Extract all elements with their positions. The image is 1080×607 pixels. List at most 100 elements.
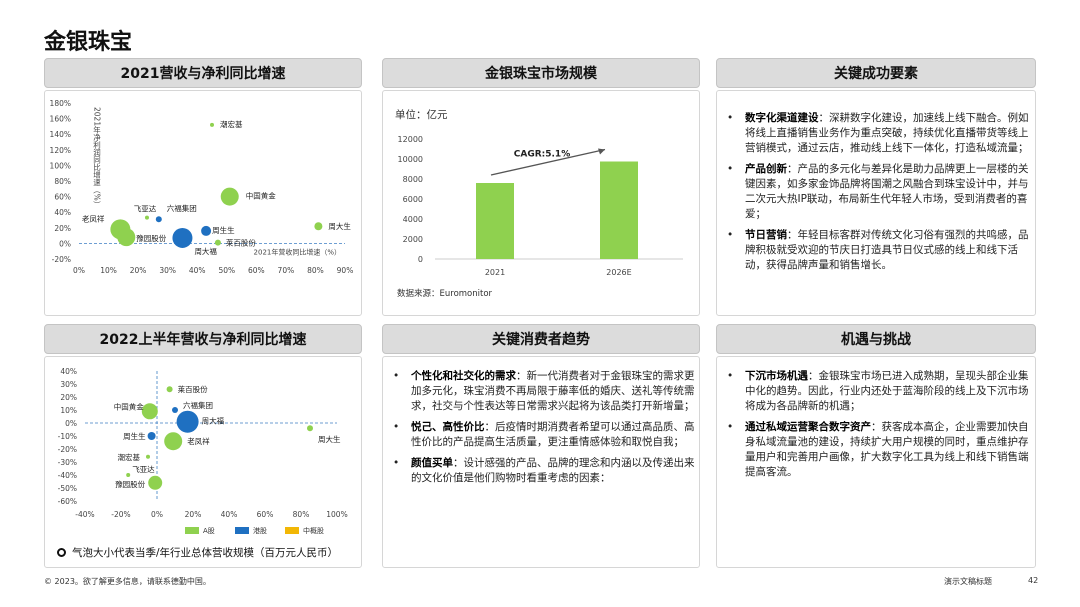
bullet-body: ：年轻目标客群对传统文化习俗有强烈的共鸣感，品牌积极就受欢迎的节庆日打造具节日仪… bbox=[745, 229, 1029, 271]
key-success-list: • 数字化渠道建设：深耕数字化建设，加速线上线下融合。例如将线上直播销售业务作为重… bbox=[723, 111, 1031, 279]
y-tick-label: 30% bbox=[60, 380, 77, 389]
bullet-item: • 个性化和社交化的需求：新一代消费者对于金银珠宝的需求更加多元化，珠宝消费不再局… bbox=[389, 369, 695, 414]
point-label: 六福集团 bbox=[183, 400, 213, 410]
bubble-size-note: 气泡大小代表当季/年行业总体营收规模（百万元人民币） bbox=[57, 545, 338, 560]
bullet-dot: • bbox=[727, 421, 734, 433]
bullet-heading: 颜值买单 bbox=[411, 457, 453, 469]
x-tick-label: 80% bbox=[307, 266, 324, 275]
point-label: 潮宏基 bbox=[220, 119, 243, 129]
bubble-ring-icon bbox=[57, 548, 66, 557]
bullet-item: • 数字化渠道建设：深耕数字化建设，加速线上线下融合。例如将线上直播销售业务作为重… bbox=[723, 111, 1031, 156]
y-tick-label: 120% bbox=[50, 146, 71, 155]
x-tick-label: 50% bbox=[218, 266, 235, 275]
y-tick-label: 0 bbox=[418, 255, 423, 264]
x-axis-label: 2021年营收同比增速（%） bbox=[254, 247, 341, 256]
y-tick-label: 100% bbox=[50, 161, 71, 170]
x-tick-label: -20% bbox=[111, 510, 130, 519]
bubble-note-text: 气泡大小代表当季/年行业总体营收规模（百万元人民币） bbox=[72, 547, 339, 559]
y-tick-label: 12000 bbox=[398, 135, 423, 144]
bullet-heading: 下沉市场机遇 bbox=[745, 370, 808, 382]
x-tick-label: 10% bbox=[100, 266, 117, 275]
y-tick-label: 60% bbox=[54, 193, 71, 202]
bullet-body: ：产品的多元化与差异化是助力品牌更上一层楼的关键因素，如多家金饰品牌将国潮之风融… bbox=[745, 163, 1029, 220]
bullet-dot: • bbox=[393, 457, 400, 469]
bullet-text: 通过私域运营聚合数字资产：获客成本高企，企业需要加快自身私域流量池的建设，持续扩… bbox=[745, 420, 1031, 480]
x-tick-label: 80% bbox=[293, 510, 310, 519]
legend-label: 中概股 bbox=[303, 526, 324, 535]
panel-consumer-trends: • 个性化和社交化的需求：新一代消费者对于金银珠宝的需求更加多元化，珠宝消费不再局… bbox=[382, 356, 700, 568]
panel-opportunities: • 下沉市场机遇：金银珠宝市场已进入成熟期，呈现头部企业集中化的趋势。因此，行业内… bbox=[716, 356, 1036, 568]
page-title: 金银珠宝 bbox=[44, 30, 133, 55]
x-tick-label: 70% bbox=[278, 266, 295, 275]
footer-page-number: 42 bbox=[1028, 576, 1039, 585]
panel-key-success: • 数字化渠道建设：深耕数字化建设，加速线上线下融合。例如将线上直播销售业务作为重… bbox=[716, 90, 1036, 316]
bullet-heading: 悦己、高性价比 bbox=[411, 421, 485, 433]
bubble-point bbox=[117, 228, 136, 247]
point-label: 豫园股份 bbox=[115, 479, 145, 489]
scatter-2022h1-growth-chart: 40% 30% 20% 10% 0% -10% -20% -30% -40% -50% -60% -4… bbox=[58, 367, 348, 535]
bullet-text: 下沉市场机遇：金银珠宝市场已进入成熟期，呈现头部企业集中化的趋势。因此，行业内还… bbox=[745, 369, 1031, 414]
cagr-arrow-head bbox=[598, 148, 605, 155]
y-tick-label: 20% bbox=[60, 393, 77, 402]
y-tick-label: 80% bbox=[54, 177, 71, 186]
bubble-point bbox=[155, 216, 162, 223]
bubble-point bbox=[307, 425, 313, 432]
bubble-point bbox=[220, 187, 239, 206]
bullet-heading: 通过私域运营聚合数字资产 bbox=[745, 421, 871, 433]
panel-2022h1-growth: 40% 30% 20% 10% 0% -10% -20% -30% -40% -50% -60% -4… bbox=[44, 356, 362, 568]
x-tick-label: 60% bbox=[248, 266, 265, 275]
x-tick-label: 2026E bbox=[606, 268, 631, 277]
bar-2026E bbox=[600, 161, 638, 259]
bubble-point bbox=[214, 239, 221, 246]
y-tick-label: 140% bbox=[50, 130, 71, 139]
bubble-point bbox=[148, 475, 163, 490]
y-tick-label: 20% bbox=[54, 224, 71, 233]
bullet-heading: 个性化和社交化的需求 bbox=[411, 370, 516, 382]
point-label: 莱百股份 bbox=[226, 238, 256, 248]
point-label: 周生生 bbox=[123, 431, 146, 441]
y-tick-label: 4000 bbox=[403, 215, 423, 224]
bubble-point bbox=[210, 122, 214, 127]
y-tick-label: -20% bbox=[58, 445, 77, 454]
y-tick-label: 10000 bbox=[398, 155, 423, 164]
x-tick-label: 100% bbox=[326, 510, 347, 519]
bullet-item: • 颜值买单：设计感强的产品、品牌的理念和内涵以及传递出来的文化价值是他们购物时看… bbox=[389, 456, 695, 486]
legend-swatch bbox=[235, 527, 249, 534]
point-label: 中国黄金 bbox=[114, 401, 144, 411]
panel-title-2021-growth: 2021营收与净利同比增速 bbox=[44, 58, 362, 88]
legend-swatch bbox=[285, 527, 299, 534]
y-tick-label: 0% bbox=[59, 239, 71, 248]
x-tick-label: 40% bbox=[221, 510, 238, 519]
point-label: 中国黄金 bbox=[246, 191, 276, 201]
bubble-point bbox=[146, 454, 150, 459]
legend-label: A股 bbox=[203, 527, 215, 535]
y-tick-label: -20% bbox=[52, 255, 71, 264]
bullet-text: 节日营销：年轻目标客群对传统文化习俗有强烈的共鸣感，品牌积极就受欢迎的节庆日打造… bbox=[745, 228, 1031, 273]
bullet-item: • 产品创新：产品的多元化与差异化是助力品牌更上一层楼的关键因素，如多家金饰品牌将… bbox=[723, 162, 1031, 222]
bullet-heading: 产品创新 bbox=[745, 163, 787, 175]
consumer-trends-list: • 个性化和社交化的需求：新一代消费者对于金银珠宝的需求更加多元化，珠宝消费不再局… bbox=[389, 369, 695, 492]
y-tick-label: -30% bbox=[58, 458, 77, 467]
x-tick-label: 90% bbox=[337, 266, 354, 275]
point-label: 莱百股份 bbox=[178, 384, 208, 394]
bullet-text: 颜值买单：设计感强的产品、品牌的理念和内涵以及传递出来的文化价值是他们购物时看重… bbox=[411, 456, 695, 486]
legend-swatch bbox=[185, 527, 199, 534]
bullet-dot: • bbox=[727, 370, 734, 382]
x-tick-label: 20% bbox=[130, 266, 147, 275]
x-tick-label: 20% bbox=[185, 510, 202, 519]
point-label: 飞亚达 bbox=[132, 464, 155, 474]
point-label: 老凤祥 bbox=[187, 436, 210, 446]
cagr-label: CAGR:5.1% bbox=[514, 149, 570, 159]
y-tick-label: 180% bbox=[50, 99, 71, 108]
bullet-text: 悦己、高性价比：后疫情时期消费者希望可以通过高品质、高性价比的产品提高生活质量，… bbox=[411, 420, 695, 450]
x-tick-label: 2021 bbox=[485, 268, 505, 277]
footer-copyright: © 2023。欲了解更多信息，请联系德勤中国。 bbox=[44, 577, 211, 586]
bullet-heading: 节日营销 bbox=[745, 229, 787, 241]
x-tick-label: 0% bbox=[73, 266, 85, 275]
y-tick-label: 160% bbox=[50, 115, 71, 124]
bullet-body: ：设计感强的产品、品牌的理念和内涵以及传递出来的文化价值是他们购物时看重考虑的因… bbox=[411, 457, 695, 484]
bullet-heading: 数字化渠道建设 bbox=[745, 112, 819, 124]
bubble-point bbox=[164, 432, 183, 451]
bar-2021 bbox=[476, 183, 514, 259]
bullet-text: 产品创新：产品的多元化与差异化是助力品牌更上一层楼的关键因素，如多家金饰品牌将国… bbox=[745, 162, 1031, 222]
